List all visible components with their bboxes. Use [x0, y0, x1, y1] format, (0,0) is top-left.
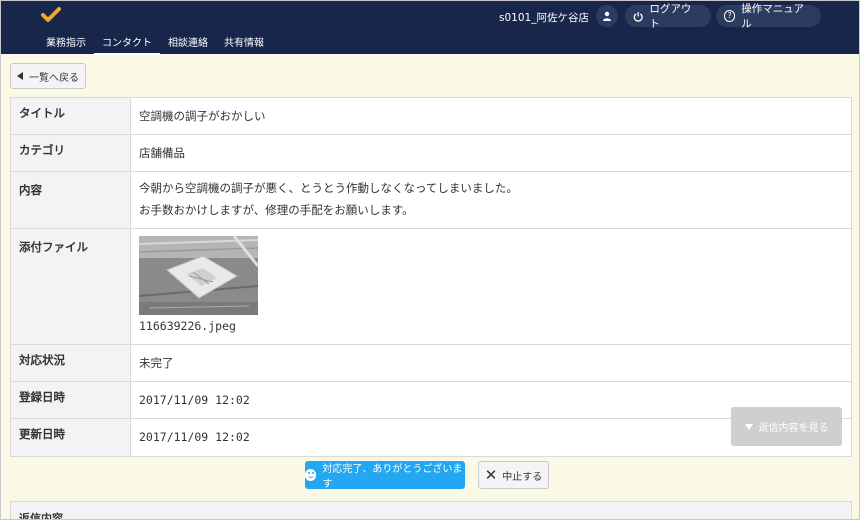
complete-label: 対応完了、ありがとうございます: [322, 464, 463, 490]
attachment-value: 116639226.jpeg: [131, 229, 851, 344]
reply-section-header: 返信内容: [10, 501, 852, 520]
nav-item-tasks[interactable]: 業務指示: [38, 34, 94, 55]
nav-item-contact[interactable]: コンタクト: [94, 34, 160, 55]
content-label: 内容: [11, 172, 131, 228]
category-value: 店舗備品: [139, 146, 185, 160]
nav-item-shared[interactable]: 共有情報: [216, 34, 272, 55]
nav-item-consult[interactable]: 相談連絡: [160, 34, 216, 55]
content-line-1: 今朝から空調機の調子が悪く、とうとう作動しなくなってしまいました。: [139, 181, 518, 195]
help-icon: ?: [724, 10, 736, 22]
logo-check-icon[interactable]: [41, 6, 61, 24]
view-reply-button[interactable]: 返信内容を見る: [731, 407, 842, 446]
row-title: タイトル 空調機の調子がおかしい: [11, 98, 851, 135]
manual-label: 操作マニュアル: [741, 3, 805, 30]
store-name: s0101_阿佐ケ谷店: [499, 12, 589, 24]
title-value: 空調機の調子がおかしい: [139, 109, 266, 123]
row-category: カテゴリ 店舗備品: [11, 135, 851, 172]
reply-section-title: 返信内容: [19, 512, 63, 520]
main-nav: 業務指示 コンタクト 相談連絡 共有情報: [38, 34, 272, 55]
row-attachment: 添付ファイル 116639226.jpeg: [11, 229, 851, 345]
view-reply-label: 返信内容を見る: [758, 423, 829, 434]
smile-icon: [305, 469, 317, 481]
detail-table: タイトル 空調機の調子がおかしい カテゴリ 店舗備品 内容 今朝から空調機の調子…: [10, 97, 852, 457]
triangle-left-icon: [17, 72, 23, 80]
attachment-thumbnail[interactable]: [139, 236, 258, 315]
updated-label: 更新日時: [11, 419, 131, 456]
user-button[interactable]: [596, 5, 618, 27]
content-line-2: お手数おかけしますが、修理の手配をお願いします。: [139, 203, 414, 217]
top-header: s0101_阿佐ケ谷店 ログアウト ? 操作マニュアル 業務指示 コンタクト 相…: [1, 1, 859, 55]
row-status: 対応状況 未完了: [11, 345, 851, 382]
status-label: 対応状況: [11, 345, 131, 381]
back-label: 一覧へ戻る: [29, 72, 79, 84]
close-icon: ✕: [484, 465, 498, 484]
row-updated: 更新日時 2017/11/09 12:02: [11, 419, 851, 456]
title-label: タイトル: [11, 98, 131, 134]
stop-button[interactable]: ✕ 中止する: [478, 461, 549, 489]
logout-button[interactable]: ログアウト: [625, 3, 711, 30]
complete-button[interactable]: 対応完了、ありがとうございます: [305, 461, 465, 490]
row-content: 内容 今朝から空調機の調子が悪く、とうとう作動しなくなってしまいました。 お手数…: [11, 172, 851, 229]
manual-button[interactable]: ? 操作マニュアル: [716, 3, 821, 30]
logout-label: ログアウト: [649, 3, 692, 30]
stop-label: 中止する: [502, 471, 543, 483]
back-to-list-button[interactable]: 一覧へ戻る: [10, 63, 86, 89]
user-icon: [603, 11, 611, 21]
category-label: カテゴリ: [11, 135, 131, 171]
registered-label: 登録日時: [11, 382, 131, 418]
status-value: 未完了: [139, 356, 174, 370]
attachment-label: 添付ファイル: [11, 229, 131, 344]
attachment-filename[interactable]: 116639226.jpeg: [139, 318, 843, 334]
row-registered: 登録日時 2017/11/09 12:02: [11, 382, 851, 419]
triangle-down-icon: [744, 423, 753, 430]
content-value: 今朝から空調機の調子が悪く、とうとう作動しなくなってしまいました。 お手数おかけ…: [131, 172, 851, 228]
power-icon: [633, 11, 643, 22]
page: s0101_阿佐ケ谷店 ログアウト ? 操作マニュアル 業務指示 コンタクト 相…: [0, 0, 860, 520]
